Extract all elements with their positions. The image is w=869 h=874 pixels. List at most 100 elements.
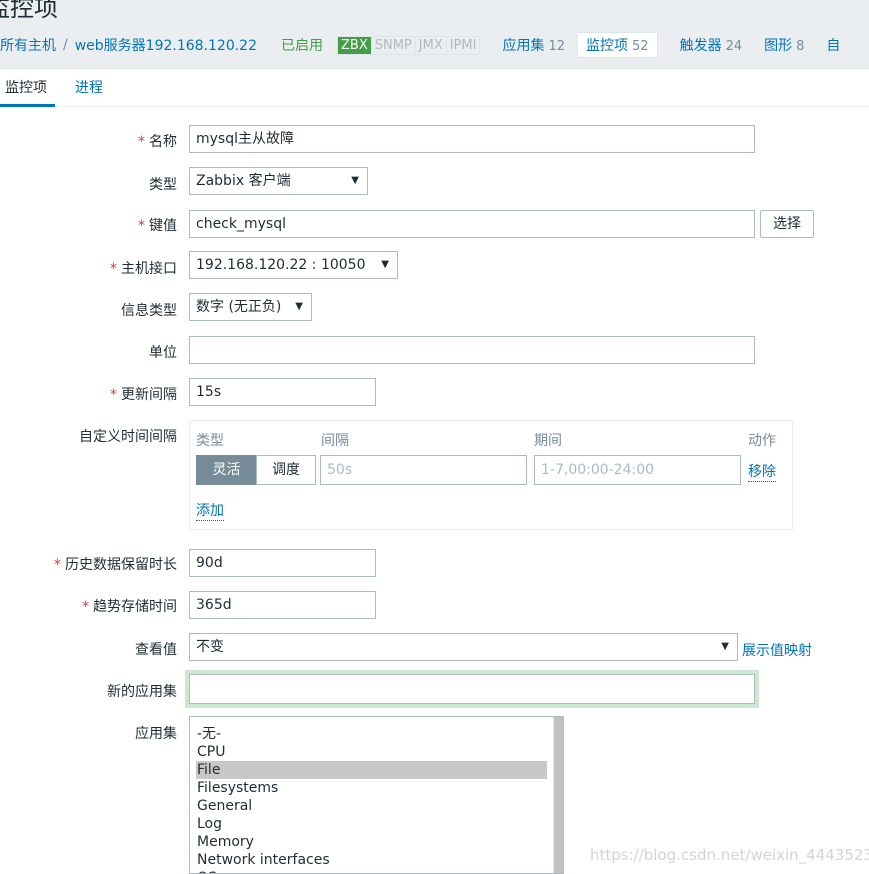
interface-select[interactable]: 192.168.120.22 : 10050 ▼ xyxy=(189,251,398,279)
badge-zbx: ZBX xyxy=(338,36,371,54)
watermark: https://blog.csdn.net/weixin_44435237 xyxy=(590,846,869,864)
add-interval-link[interactable]: 添加 xyxy=(196,500,224,521)
show-valuemap-link[interactable]: 展示值映射 xyxy=(742,640,812,660)
nav-graphs[interactable]: 图形 8 xyxy=(764,35,804,55)
list-item[interactable]: -无- xyxy=(196,725,547,743)
nav-items-label: 监控项 xyxy=(586,38,629,54)
custom-interval-input[interactable]: 50s xyxy=(320,455,527,485)
list-item[interactable]: CPU xyxy=(196,743,547,761)
valuemap-select-value: 不变 xyxy=(196,639,224,655)
nav-more[interactable]: 自 xyxy=(826,35,840,55)
new-application-input[interactable] xyxy=(189,674,755,704)
scheduling-toggle[interactable]: 调度 xyxy=(256,455,316,485)
nav-applications[interactable]: 应用集 12 xyxy=(502,35,565,55)
applications-label: 应用集 xyxy=(135,726,177,742)
nav-graphs-count: 8 xyxy=(796,39,805,54)
nav-triggers-count: 24 xyxy=(725,39,743,54)
nav-applications-count: 12 xyxy=(548,39,566,54)
list-item[interactable]: Network interfaces xyxy=(196,851,547,869)
nav-triggers-label: 触发器 xyxy=(679,38,722,54)
custom-intervals-table: 类型 间隔 期间 动作 灵活 调度 50s 1-7,00:00-24:00 移除… xyxy=(189,420,793,530)
nav-items[interactable]: 监控项 52 xyxy=(577,32,658,58)
nav-more-label: 自 xyxy=(826,38,841,54)
breadcrumb-host[interactable]: web服务器192.168.120.22 xyxy=(75,35,257,55)
history-input[interactable]: 90d xyxy=(189,549,376,577)
list-item[interactable]: Memory xyxy=(196,833,547,851)
chevron-down-icon: ▼ xyxy=(351,175,359,186)
name-label: * 名称 xyxy=(138,131,177,151)
tab-items[interactable]: 监控项 xyxy=(0,77,55,107)
list-item-selected[interactable]: File xyxy=(196,761,547,779)
list-item[interactable]: Filesystems xyxy=(196,779,547,797)
nav-items-count: 52 xyxy=(632,39,649,54)
header-bar: 监控项 所有主机 / web服务器192.168.120.22 已启用 ZBX … xyxy=(0,0,869,69)
valuemap-select[interactable]: 不变 ▼ xyxy=(189,633,738,661)
tab-process[interactable]: 进程 xyxy=(75,77,103,97)
form-tabs: 监控项 进程 xyxy=(0,68,869,107)
badge-jmx: JMX xyxy=(414,36,446,54)
custom-period-input[interactable]: 1-7,00:00-24:00 xyxy=(534,455,741,485)
flexible-toggle[interactable]: 灵活 xyxy=(196,455,257,485)
required-mark: * xyxy=(138,218,145,234)
name-label-text: 名称 xyxy=(149,134,177,150)
status-enabled[interactable]: 已启用 xyxy=(281,35,323,55)
list-item[interactable]: Log xyxy=(196,815,547,833)
nav-triggers[interactable]: 触发器 24 xyxy=(680,35,743,55)
availability-badges: ZBX SNMP JMX IPMI xyxy=(337,35,481,55)
history-label-text: 历史数据保留时长 xyxy=(65,557,177,573)
col-interval-header: 间隔 xyxy=(321,433,349,449)
col-type-header: 类型 xyxy=(196,433,224,449)
list-item[interactable]: General xyxy=(196,797,547,815)
custom-period-placeholder: 1-7,00:00-24:00 xyxy=(541,462,655,478)
custom-interval-placeholder: 50s xyxy=(327,462,353,478)
units-input[interactable] xyxy=(189,336,755,364)
page-title: 监控项 xyxy=(0,0,58,22)
breadcrumb: 所有主机 / web服务器192.168.120.22 已启用 ZBX SNMP… xyxy=(0,32,840,58)
key-input[interactable]: check_mysql xyxy=(189,210,755,238)
required-mark: * xyxy=(138,134,145,150)
chevron-down-icon: ▼ xyxy=(721,641,729,652)
nav-graphs-label: 图形 xyxy=(764,38,793,54)
required-mark: * xyxy=(82,599,89,615)
info-type-select-value: 数字 (无正负) xyxy=(196,299,282,315)
col-action-header: 动作 xyxy=(748,433,776,449)
valuemap-label: 查看值 xyxy=(135,642,177,658)
key-label: * 键值 xyxy=(138,215,177,235)
history-label: * 历史数据保留时长 xyxy=(54,554,177,574)
info-type-select[interactable]: 数字 (无正负) ▼ xyxy=(189,293,312,321)
trends-label-text: 趋势存储时间 xyxy=(93,599,177,615)
interface-select-value: 192.168.120.22 : 10050 xyxy=(196,257,366,273)
list-item[interactable]: OS xyxy=(196,869,547,873)
trends-input[interactable]: 365d xyxy=(189,591,376,619)
applications-listbox[interactable]: -无- CPU File Filesystems General Log Mem… xyxy=(189,716,564,874)
interface-label-text: 主机接口 xyxy=(121,261,177,277)
col-period-header: 期间 xyxy=(534,433,562,449)
new-application-label: 新的应用集 xyxy=(107,684,177,700)
type-select[interactable]: Zabbix 客户端 ▼ xyxy=(189,167,368,195)
interval-label-text: 更新间隔 xyxy=(121,387,177,403)
interval-label: * 更新间隔 xyxy=(110,384,177,404)
key-label-text: 键值 xyxy=(149,218,177,234)
select-key-button[interactable]: 选择 xyxy=(760,210,814,238)
name-input[interactable]: mysql主从故障 xyxy=(189,125,755,153)
type-select-value: Zabbix 客户端 xyxy=(196,173,291,189)
badge-ipmi: IPMI xyxy=(445,36,480,54)
breadcrumb-separator: / xyxy=(63,37,68,53)
custom-intervals-label: 自定义时间间隔 xyxy=(79,429,177,445)
info-type-label: 信息类型 xyxy=(121,303,177,319)
required-mark: * xyxy=(54,557,61,573)
badge-snmp: SNMP xyxy=(370,36,415,54)
chevron-down-icon: ▼ xyxy=(295,301,303,312)
interval-input[interactable]: 15s xyxy=(189,378,376,406)
required-mark: * xyxy=(110,261,117,277)
listbox-scrollbar[interactable] xyxy=(553,717,563,873)
units-label: 单位 xyxy=(149,345,177,361)
breadcrumb-all-hosts[interactable]: 所有主机 xyxy=(0,35,56,55)
trends-label: * 趋势存储时间 xyxy=(82,596,177,616)
interface-label: * 主机接口 xyxy=(110,258,177,278)
nav-applications-label: 应用集 xyxy=(502,38,545,54)
chevron-down-icon: ▼ xyxy=(381,259,389,270)
type-label: 类型 xyxy=(149,177,177,193)
required-mark: * xyxy=(110,387,117,403)
remove-interval-link[interactable]: 移除 xyxy=(748,461,776,482)
